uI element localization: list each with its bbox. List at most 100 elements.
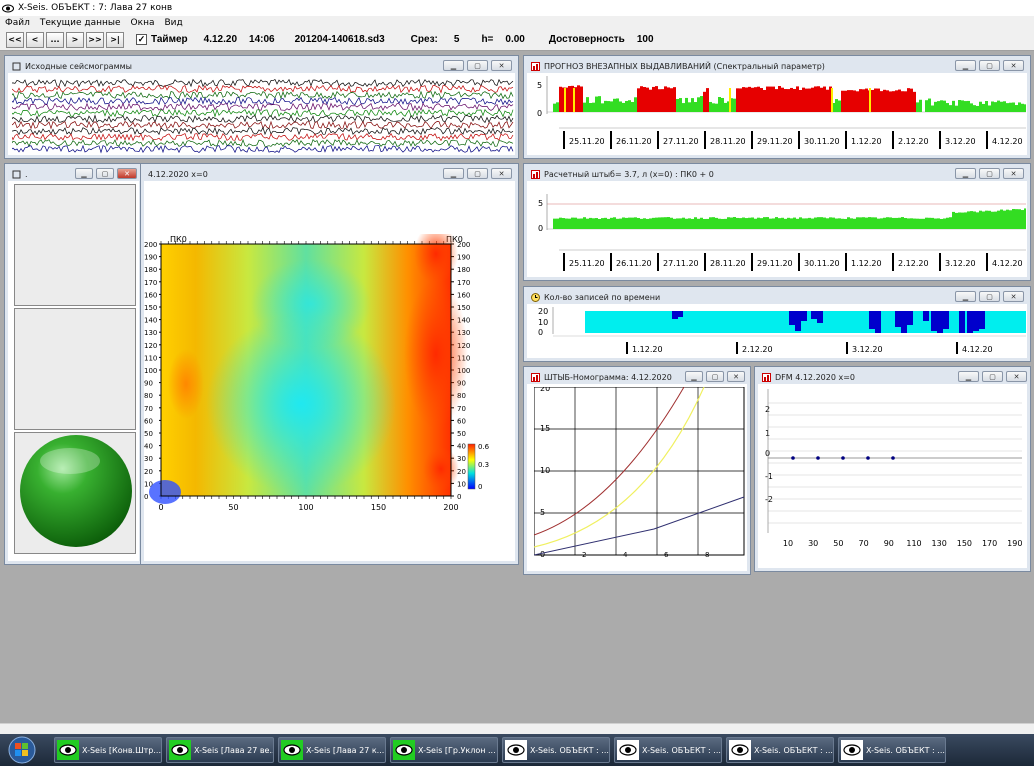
dfm-chart: 210-1-210 30 50 70 90 110 130 150 170 190 (765, 389, 1022, 548)
minimize-button[interactable]: ▁ (955, 168, 976, 179)
calc-bar (595, 218, 598, 229)
forecast-bar (670, 88, 673, 112)
taskbar-item-label: X-Seis. ОБЪЕКТ : ... (530, 745, 609, 755)
calc-bar (619, 218, 622, 229)
green-status-lamp-icon (20, 435, 132, 547)
first-button[interactable]: << (6, 31, 24, 48)
y-tick-label-right: 50 (457, 430, 466, 438)
calc-bar (616, 218, 619, 229)
calc-bar (712, 217, 715, 229)
date-label: 1.12.20 (632, 345, 663, 354)
y-tick-label: 60 (144, 417, 153, 425)
forecast-bar (919, 99, 922, 112)
forecast-bar (739, 88, 742, 112)
calc-bar (652, 217, 655, 229)
x-tick-label: 190 (1007, 539, 1022, 548)
taskbar-item[interactable]: X-Seis. ОБЪЕКТ : ... (838, 737, 946, 763)
minimize-button[interactable]: ▁ (75, 168, 93, 179)
forecast-bar (940, 100, 943, 112)
date-tick (956, 342, 958, 354)
minimize-button[interactable]: ▁ (443, 60, 464, 71)
maximize-button[interactable]: ▢ (982, 371, 1003, 382)
next-button[interactable]: > (66, 31, 84, 48)
maximize-button[interactable]: ▢ (979, 291, 1000, 302)
calc-bar (997, 210, 1000, 229)
fast-forward-button[interactable]: >> (86, 31, 104, 48)
calc-bar (622, 217, 625, 229)
forecast-bar (559, 86, 562, 112)
close-button[interactable]: ✕ (491, 60, 512, 71)
minimize-button[interactable]: ▁ (955, 291, 976, 302)
indicator-panel-window: . ▁ ▢ ✕ (4, 163, 143, 565)
taskbar-item[interactable]: X-Seis [Лава 27 к... (278, 737, 386, 763)
calc-bar (640, 218, 643, 229)
maximize-button[interactable]: ▢ (467, 60, 488, 71)
maximize-button[interactable]: ▢ (467, 168, 488, 179)
calc-bar (628, 217, 631, 229)
ellipsis-button[interactable]: ... (46, 31, 64, 48)
timer-checkbox[interactable]: ✓ (136, 34, 147, 45)
seismograms-titlebar[interactable]: Исходные сейсмограммы (8, 59, 515, 73)
calc-bar (1003, 210, 1006, 229)
prev-button[interactable]: < (26, 31, 44, 48)
heatmap-red-zone (423, 447, 459, 491)
heatmap-orange-zone (168, 349, 204, 419)
menu-windows[interactable]: Окна (126, 18, 160, 28)
taskbar-item[interactable]: X-Seis. ОБЪЕКТ : ... (726, 737, 834, 763)
taskbar-item[interactable]: X-Seis [Конв.Штр... (54, 737, 162, 763)
x-tick-label: 8 (705, 551, 709, 559)
forecast-bar (586, 97, 589, 112)
minimize-button[interactable]: ▁ (958, 371, 979, 382)
taskbar-item[interactable]: X-Seis [Лава 27 ве... (166, 737, 274, 763)
y-tick-label-right: 0 (457, 493, 461, 501)
taskbar-item[interactable]: X-Seis. ОБЪЕКТ : ... (502, 737, 610, 763)
close-button[interactable]: ✕ (1003, 60, 1024, 71)
minimize-button[interactable]: ▁ (443, 168, 464, 179)
close-button[interactable]: ✕ (1003, 168, 1024, 179)
maximize-button[interactable]: ▢ (96, 168, 114, 179)
mdi-horizontal-scrollbar[interactable] (0, 723, 1034, 734)
date-label: 4.12.20 (962, 345, 993, 354)
last-button[interactable]: >| (106, 31, 124, 48)
forecast-title: ПРОГНОЗ ВНЕЗАПНЫХ ВЫДАВЛИВАНИЙ (Спектрал… (544, 61, 825, 71)
taskbar-item[interactable]: X-Seis [Гр.Уклон ... (390, 737, 498, 763)
maximize-button[interactable]: ▢ (979, 168, 1000, 179)
close-button[interactable]: ✕ (1003, 291, 1024, 302)
calc-title: Расчетный штыб= 3.7, л (x=0) : ПК0 + 0 (544, 169, 714, 179)
menu-view[interactable]: Вид (159, 18, 187, 28)
menu-file[interactable]: Файл (0, 18, 35, 28)
maximize-button[interactable]: ▢ (706, 371, 724, 382)
close-button[interactable]: ✕ (491, 168, 512, 179)
indicator-box-bottom (14, 432, 136, 554)
records-bar (923, 311, 929, 321)
date-label: 28.11.20 (710, 137, 746, 146)
records-titlebar[interactable]: Кол-во записей по времени (527, 290, 1027, 304)
forecast-bar (889, 91, 892, 112)
y-tick-label: 10 (540, 466, 550, 475)
calc-bar (832, 217, 835, 229)
calc-bar (868, 217, 871, 229)
records-bar (677, 311, 683, 317)
minimize-button[interactable]: ▁ (685, 371, 703, 382)
start-button[interactable] (4, 735, 40, 765)
eye-icon (393, 740, 415, 760)
calc-bar (760, 218, 763, 229)
close-button[interactable]: ✕ (727, 371, 745, 382)
calc-bar (970, 211, 973, 229)
forecast-bar (691, 98, 694, 112)
close-button[interactable]: ✕ (1006, 371, 1027, 382)
calc-bar (778, 218, 781, 229)
forecast-titlebar[interactable]: ПРОГНОЗ ВНЕЗАПНЫХ ВЫДАВЛИВАНИЙ (Спектрал… (527, 59, 1027, 73)
close-button[interactable]: ✕ (117, 168, 137, 179)
calc-titlebar[interactable]: Расчетный штыб= 3.7, л (x=0) : ПК0 + 0 (527, 167, 1027, 181)
y-tick-label: 0 (765, 449, 770, 458)
minimize-button[interactable]: ▁ (955, 60, 976, 71)
calc-chart: 5 0 25.11.20 26.11.20 27.11.20 28.11.20 29.1… (538, 194, 1026, 271)
y-tick-label: 160 (144, 291, 157, 299)
maximize-button[interactable]: ▢ (979, 60, 1000, 71)
menu-current-data[interactable]: Текущие данные (35, 18, 126, 28)
taskbar-item[interactable]: X-Seis. ОБЪЕКТ : ... (614, 737, 722, 763)
y-tick-label: 80 (144, 392, 153, 400)
calc-bar (667, 217, 670, 229)
calc-bar (580, 218, 583, 229)
